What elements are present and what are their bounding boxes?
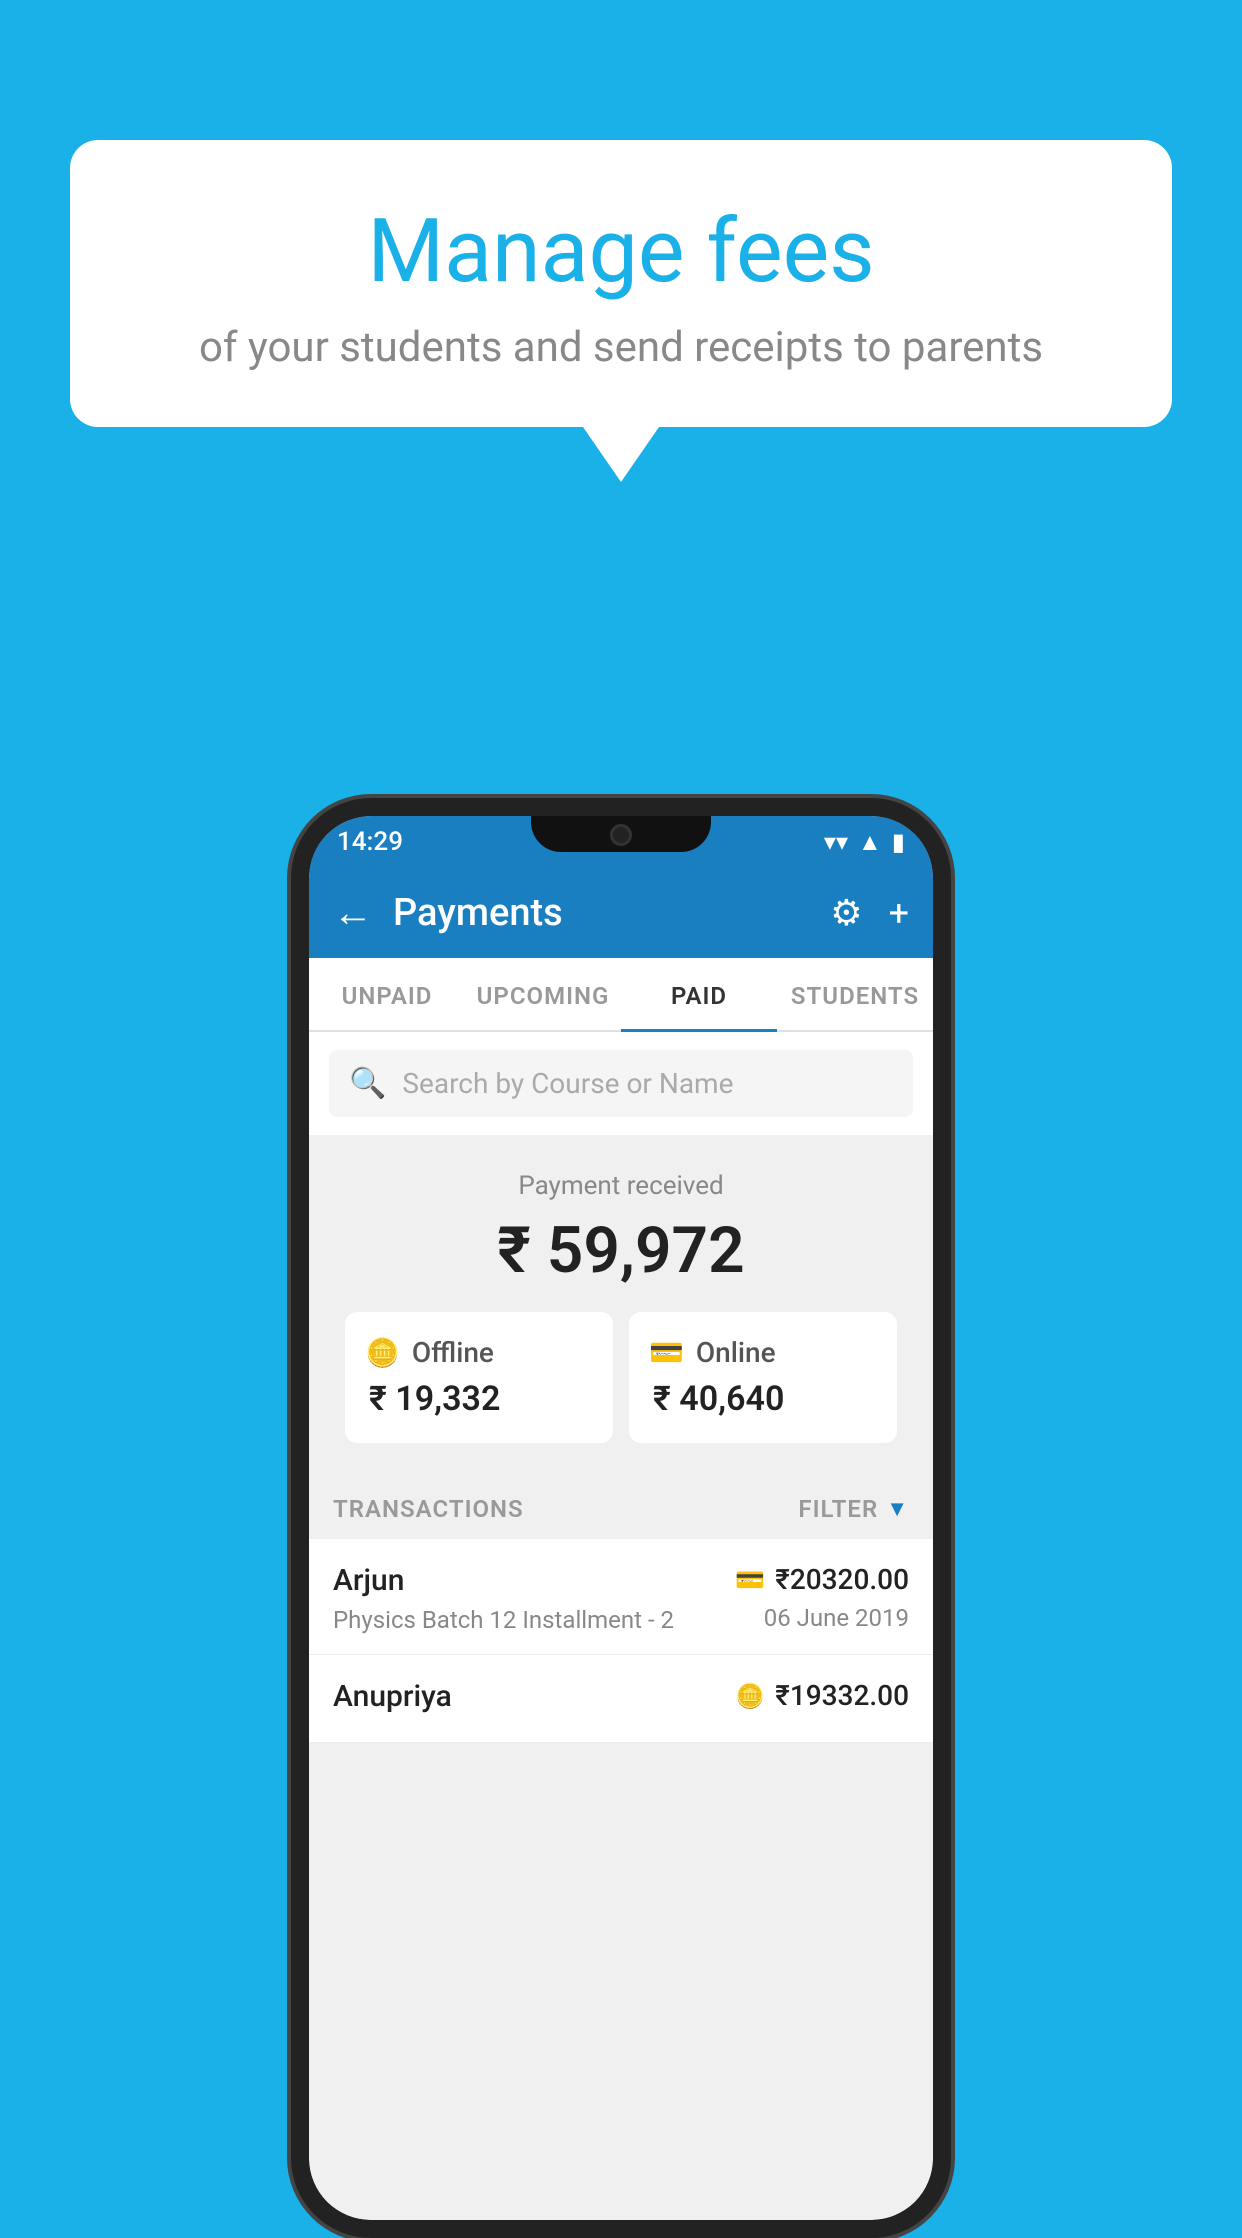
transaction-right: 💳 ₹20320.00 06 June 2019 — [735, 1563, 909, 1632]
transaction-right: 🪙 ₹19332.00 — [735, 1679, 909, 1720]
speech-bubble: Manage fees of your students and send re… — [70, 140, 1172, 427]
payment-total-amount: ₹ 59,972 — [329, 1213, 913, 1288]
phone-notch — [531, 816, 711, 852]
back-button[interactable]: ← — [333, 893, 373, 933]
tab-unpaid[interactable]: UNPAID — [309, 958, 465, 1030]
header-title: Payments — [393, 891, 830, 935]
status-icons: ▾▾ ▲ ▮ — [824, 828, 905, 857]
front-camera — [610, 824, 632, 846]
transactions-header: TRANSACTIONS FILTER ▼ — [309, 1471, 933, 1539]
card-payment-icon: 💳 — [735, 1566, 765, 1594]
phone-screen: 14:29 ▾▾ ▲ ▮ ← Payments ⚙ + UNPAID UPC — [309, 816, 933, 2220]
transaction-left: Anupriya — [333, 1679, 735, 1722]
gear-icon[interactable]: ⚙ — [830, 892, 862, 934]
tab-upcoming[interactable]: UPCOMING — [465, 958, 621, 1030]
transaction-amount: ₹19332.00 — [775, 1679, 909, 1712]
battery-icon: ▮ — [892, 828, 905, 856]
offline-amount: ₹ 19,332 — [365, 1379, 500, 1419]
add-button[interactable]: + — [889, 892, 909, 934]
transaction-name: Anupriya — [333, 1679, 735, 1714]
offline-label: Offline — [412, 1336, 494, 1369]
online-label: Online — [696, 1336, 776, 1369]
transaction-left: Arjun Physics Batch 12 Installment - 2 — [333, 1563, 735, 1634]
transaction-amount-row: 💳 ₹20320.00 — [735, 1563, 909, 1596]
transaction-amount-row: 🪙 ₹19332.00 — [735, 1679, 909, 1712]
filter-button[interactable]: FILTER ▼ — [798, 1495, 909, 1523]
search-input[interactable]: Search by Course or Name — [402, 1067, 733, 1100]
offline-payment-icon: 🪙 — [365, 1336, 400, 1369]
page-background: Manage fees of your students and send re… — [0, 0, 1242, 2208]
online-payment-icon: 💳 — [649, 1336, 684, 1369]
filter-icon: ▼ — [886, 1496, 909, 1522]
transaction-detail: Physics Batch 12 Installment - 2 — [333, 1606, 735, 1634]
speech-bubble-title: Manage fees — [130, 200, 1112, 303]
table-row[interactable]: Anupriya 🪙 ₹19332.00 — [309, 1655, 933, 1743]
transaction-name: Arjun — [333, 1563, 735, 1598]
wifi-icon: ▾▾ — [824, 828, 848, 856]
search-box[interactable]: 🔍 Search by Course or Name — [329, 1050, 913, 1117]
filter-label: FILTER — [798, 1495, 878, 1523]
online-card-header: 💳 Online — [649, 1336, 776, 1369]
screen-content: 🔍 Search by Course or Name Payment recei… — [309, 1032, 933, 2220]
speech-bubble-subtitle: of your students and send receipts to pa… — [130, 323, 1112, 372]
payment-summary: Payment received ₹ 59,972 🪙 Offline ₹ 19… — [309, 1135, 933, 1471]
online-card: 💳 Online ₹ 40,640 — [629, 1312, 897, 1443]
signal-icon: ▲ — [858, 828, 882, 857]
transaction-list: Arjun Physics Batch 12 Installment - 2 💳… — [309, 1539, 933, 1743]
offline-card: 🪙 Offline ₹ 19,332 — [345, 1312, 613, 1443]
online-amount: ₹ 40,640 — [649, 1379, 784, 1419]
payment-cards: 🪙 Offline ₹ 19,332 💳 Online ₹ 40,640 — [329, 1312, 913, 1443]
transaction-date: 06 June 2019 — [735, 1604, 909, 1632]
table-row[interactable]: Arjun Physics Batch 12 Installment - 2 💳… — [309, 1539, 933, 1655]
header-actions: ⚙ + — [830, 892, 909, 934]
offline-card-header: 🪙 Offline — [365, 1336, 494, 1369]
speech-bubble-arrow — [583, 427, 659, 482]
tabs-bar: UNPAID UPCOMING PAID STUDENTS — [309, 958, 933, 1032]
payment-received-label: Payment received — [329, 1171, 913, 1201]
tab-students[interactable]: STUDENTS — [777, 958, 933, 1030]
search-icon: 🔍 — [349, 1066, 386, 1101]
cash-payment-icon: 🪙 — [735, 1682, 765, 1710]
tab-paid[interactable]: PAID — [621, 958, 777, 1030]
phone-frame: 14:29 ▾▾ ▲ ▮ ← Payments ⚙ + UNPAID UPC — [291, 798, 951, 2238]
transactions-section-label: TRANSACTIONS — [333, 1495, 524, 1523]
speech-bubble-container: Manage fees of your students and send re… — [70, 140, 1172, 482]
status-time: 14:29 — [337, 827, 403, 857]
search-container: 🔍 Search by Course or Name — [309, 1032, 933, 1135]
transaction-amount: ₹20320.00 — [775, 1563, 909, 1596]
app-header: ← Payments ⚙ + — [309, 868, 933, 958]
